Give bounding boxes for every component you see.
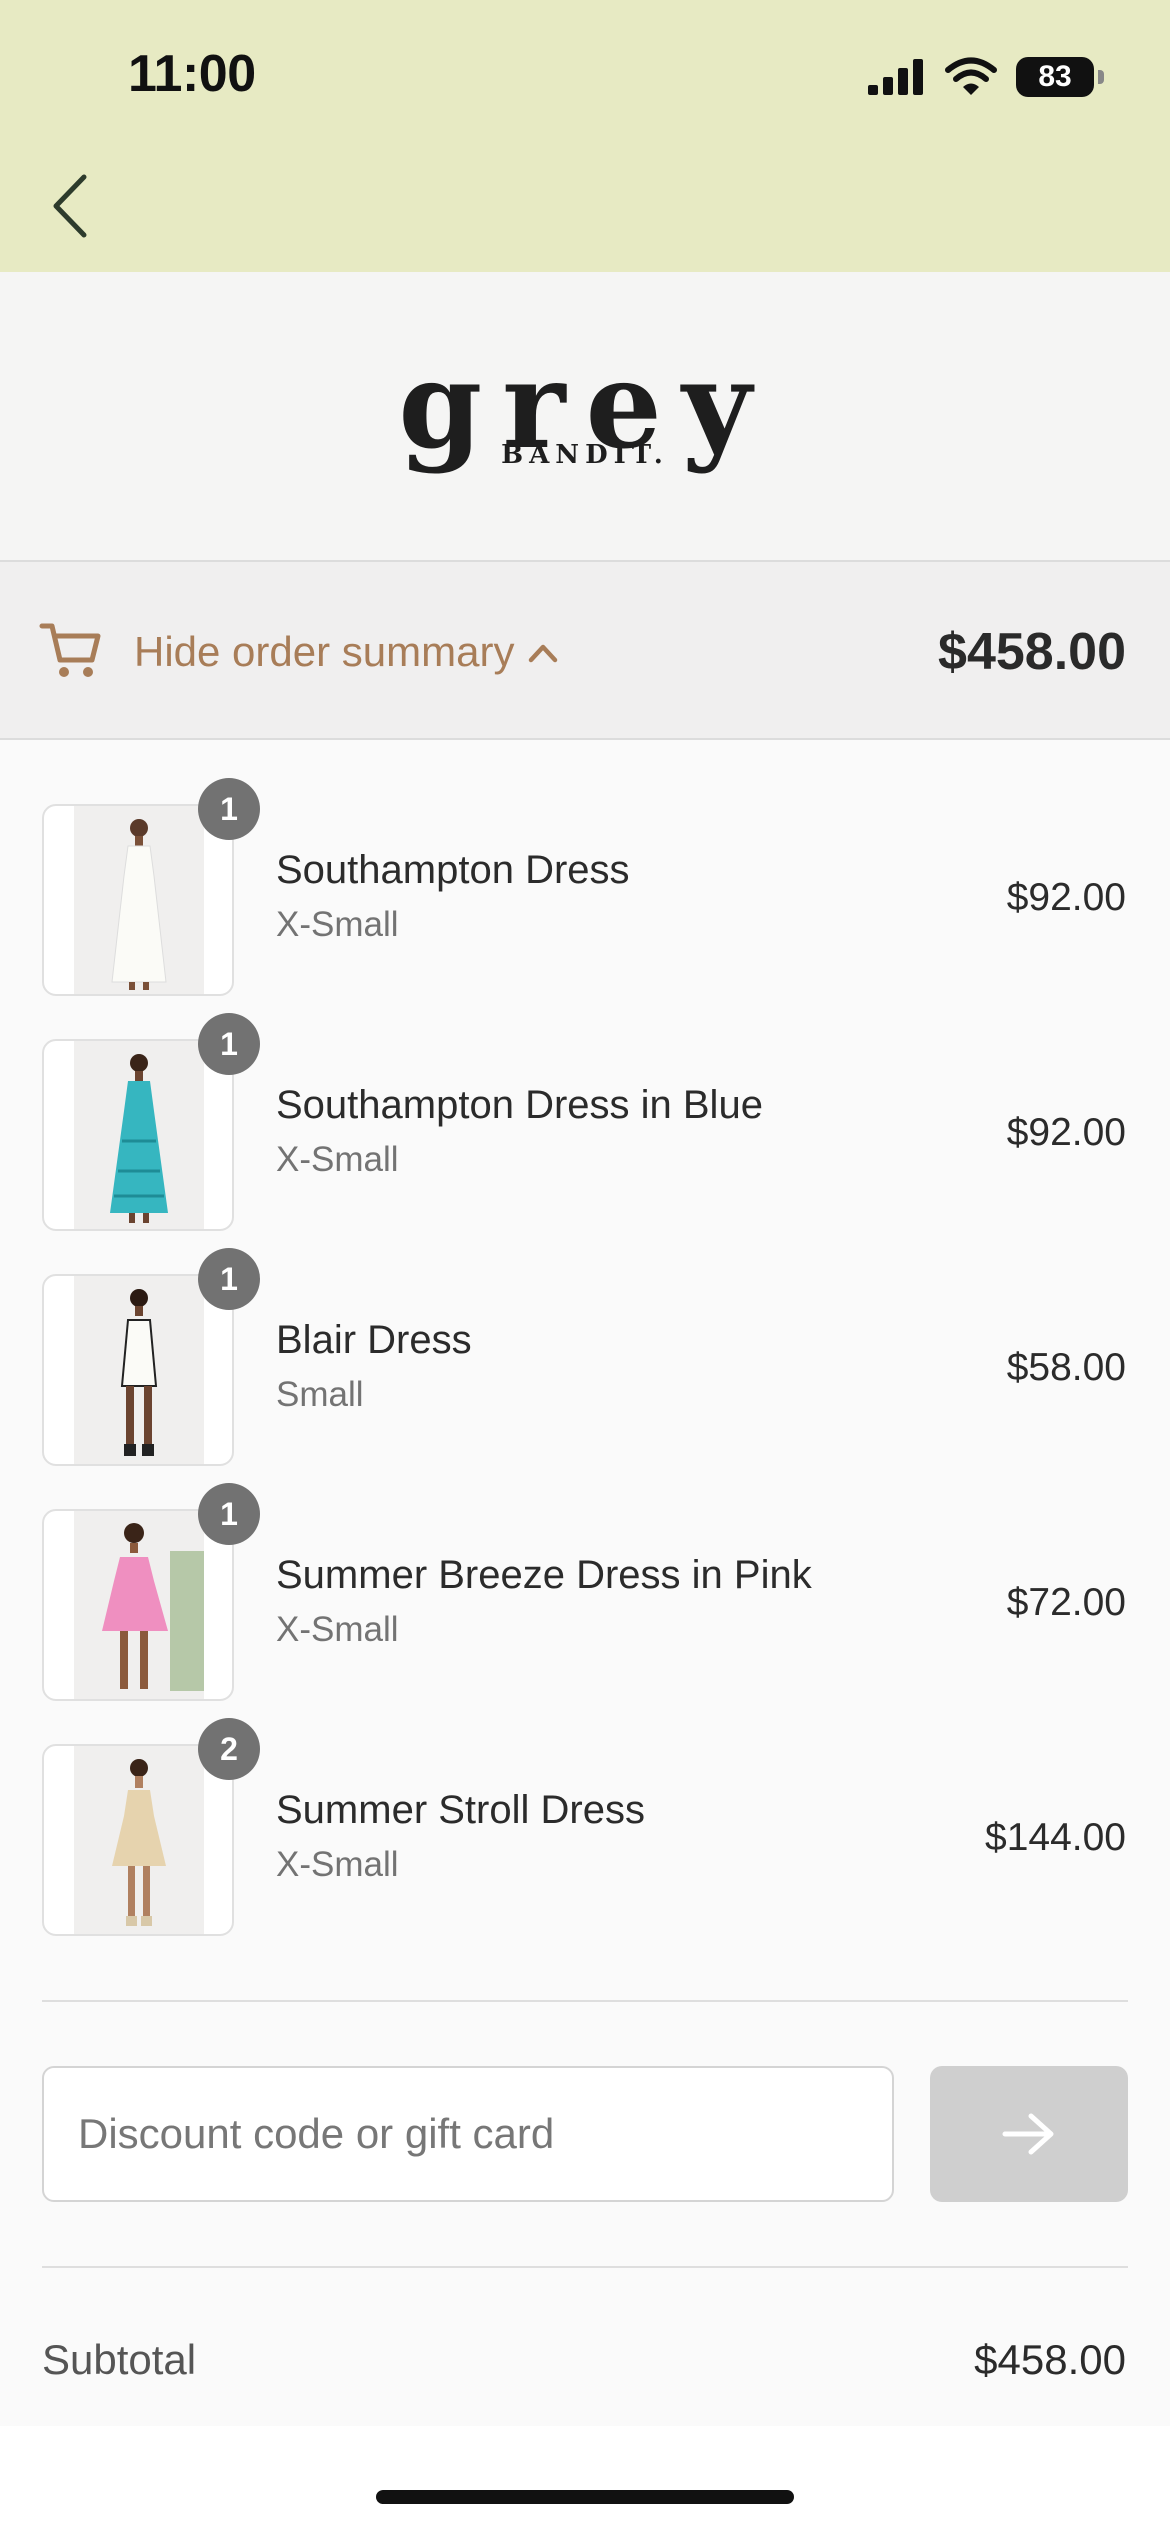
item-name: Summer Stroll Dress — [276, 1788, 645, 1832]
item-price: $144.00 — [985, 1816, 1126, 1859]
item-price: $92.00 — [1006, 876, 1126, 919]
item-variant: X-Small — [276, 1845, 399, 1884]
dress-figure-icon — [120, 1289, 158, 1456]
item-variant: Small — [276, 1375, 364, 1414]
item-price: $58.00 — [1006, 1346, 1126, 1389]
list-item: 1 Summer Breeze Dress in Pink X-Small $7… — [0, 1445, 1170, 1701]
product-photo — [74, 1511, 204, 1699]
item-name: Summer Breeze Dress in Pink — [276, 1553, 812, 1597]
product-thumbnail — [42, 1744, 234, 1936]
subtotal-label: Subtotal — [42, 2336, 197, 2383]
product-photo — [74, 1276, 204, 1464]
brand-header: grey BANDIT. — [0, 272, 1170, 562]
order-summary-toggle[interactable]: Hide order summary $458.00 — [0, 562, 1170, 740]
order-summary-label[interactable]: Hide order summary — [134, 628, 514, 676]
product-photo — [74, 806, 204, 994]
status-icons: 83 — [866, 52, 1104, 102]
apply-discount-button[interactable] — [930, 2066, 1128, 2202]
product-thumbnail — [42, 1039, 234, 1231]
item-price: $72.00 — [1006, 1581, 1126, 1624]
quantity-badge: 1 — [198, 1248, 260, 1310]
quantity-badge: 1 — [198, 778, 260, 840]
dress-figure-icon — [102, 1523, 204, 1691]
discount-code-input[interactable] — [42, 2066, 894, 2202]
dress-figure-icon — [111, 819, 167, 990]
divider — [42, 2266, 1128, 2268]
battery-level: 83 — [1038, 60, 1072, 93]
battery-icon: 83 — [1016, 57, 1104, 97]
subtotal-value: $458.00 — [974, 2336, 1126, 2383]
dress-figure-icon — [112, 1759, 166, 1926]
product-photo — [74, 1041, 204, 1229]
list-item: 1 Southampton Dress in Blue X-Small $92.… — [0, 975, 1170, 1231]
item-variant: X-Small — [276, 905, 399, 944]
back-button[interactable] — [40, 166, 100, 246]
quantity-badge: 1 — [198, 1013, 260, 1075]
order-total: $458.00 — [938, 623, 1126, 681]
status-time: 11:00 — [128, 45, 256, 103]
product-photo — [74, 1746, 204, 1934]
quantity-badge: 1 — [198, 1483, 260, 1545]
cart-icon — [39, 623, 101, 677]
wifi-icon — [945, 57, 997, 95]
item-variant: X-Small — [276, 1610, 399, 1649]
list-item: 2 Summer Stroll Dress X-Small $144.00 — [0, 1680, 1170, 1936]
item-variant: X-Small — [276, 1140, 399, 1179]
product-thumbnail — [42, 1509, 234, 1701]
brand-logo-subtitle: BANDIT. — [501, 440, 669, 470]
arrow-right-icon — [1002, 2113, 1054, 2155]
list-item: 1 Southampton Dress X-Small $92.00 — [0, 740, 1170, 996]
item-price: $92.00 — [1006, 1111, 1126, 1154]
item-name: Southampton Dress — [276, 848, 630, 892]
product-thumbnail — [42, 1274, 234, 1466]
dress-figure-icon — [110, 1054, 168, 1223]
signal-icon — [868, 59, 923, 95]
status-bar: 11:00 83 — [0, 0, 1170, 272]
chevron-left-icon — [53, 174, 87, 238]
chevron-up-icon — [528, 644, 558, 663]
item-name: Blair Dress — [276, 1318, 472, 1362]
bottom-safe-area — [0, 2426, 1170, 2532]
home-indicator[interactable] — [376, 2490, 794, 2504]
divider — [42, 2000, 1128, 2002]
list-item: 1 Blair Dress Small $58.00 — [0, 1210, 1170, 1466]
product-thumbnail — [42, 804, 234, 996]
quantity-badge: 2 — [198, 1718, 260, 1780]
item-name: Southampton Dress in Blue — [276, 1083, 763, 1127]
